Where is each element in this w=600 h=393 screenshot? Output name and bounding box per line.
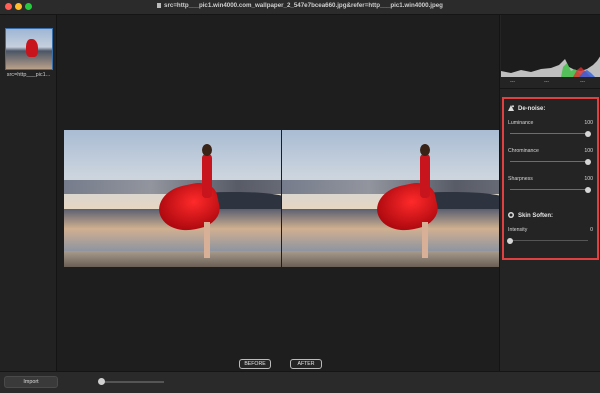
histogram [501,15,600,77]
photo-shore [282,250,499,267]
before-preview-image [64,130,281,267]
denoise-heading-row: De-noise: [508,105,545,112]
thumbnail-sidebar: src=http___pic1... [0,15,57,371]
chrominance-slider-knob[interactable] [585,158,591,165]
thumbnail-figure [26,39,38,57]
photo-shore [64,250,281,267]
thumbnail-label: src=http___pic1... [6,72,51,78]
zoom-slider[interactable] [100,381,164,383]
zoom-slider-knob[interactable] [98,378,105,385]
window-title: src=http___pic1.win4000.com_wallpaper_2_… [164,2,443,9]
luminance-slider-knob[interactable] [585,130,591,137]
sharpness-label: Sharpness [508,176,533,182]
chrominance-label: Chrominance [508,148,539,154]
image-thumbnail[interactable] [5,28,53,70]
document-icon [157,3,162,8]
sharpness-slider-knob[interactable] [585,186,591,193]
luminance-value: 100 [584,120,593,126]
photo-legs [204,222,210,258]
chrominance-value: 100 [584,148,593,154]
skin-soften-heading: Skin Soften: [518,213,554,219]
histogram-graph [501,56,600,77]
panel-divider [500,88,600,89]
intensity-slider[interactable] [507,237,588,244]
sharpness-value: 100 [584,176,593,182]
before-button[interactable]: BEFORE [239,359,271,369]
sharpness-slider[interactable] [510,186,591,193]
histogram-readout: --- [544,79,549,85]
intensity-slider-knob[interactable] [507,237,513,244]
luminance-label: Luminance [508,120,534,126]
preview-canvas: BEFORE AFTER [57,15,499,371]
photo-legs [422,222,428,258]
skin-soften-icon [508,212,514,218]
bottom-toolbar: Import [0,371,600,393]
after-preview-image [282,130,499,267]
adjustments-panel: --- --- --- De-noise: Luminance 100 Chro… [499,15,600,371]
intensity-label: Intensity [508,227,528,233]
photo-head [420,144,430,156]
after-button[interactable]: AFTER [290,359,322,369]
luminance-slider[interactable] [510,130,591,137]
histogram-readout: --- [580,79,585,85]
highlighted-adjustments-box: De-noise: Luminance 100 Chrominance 100 … [502,97,599,260]
import-button[interactable]: Import [4,376,58,388]
photo-body [202,154,212,198]
histogram-readout: --- [510,79,515,85]
denoise-heading: De-noise: [518,106,546,112]
photo-body [420,154,430,198]
photo-head [202,144,212,156]
title-bar: src=http___pic1.win4000.com_wallpaper_2_… [0,0,600,15]
skin-soften-heading-row: Skin Soften: [508,212,553,219]
denoise-icon [508,105,514,111]
chrominance-slider[interactable] [510,158,591,165]
window-title-container: src=http___pic1.win4000.com_wallpaper_2_… [0,2,600,9]
intensity-value: 0 [590,227,593,233]
